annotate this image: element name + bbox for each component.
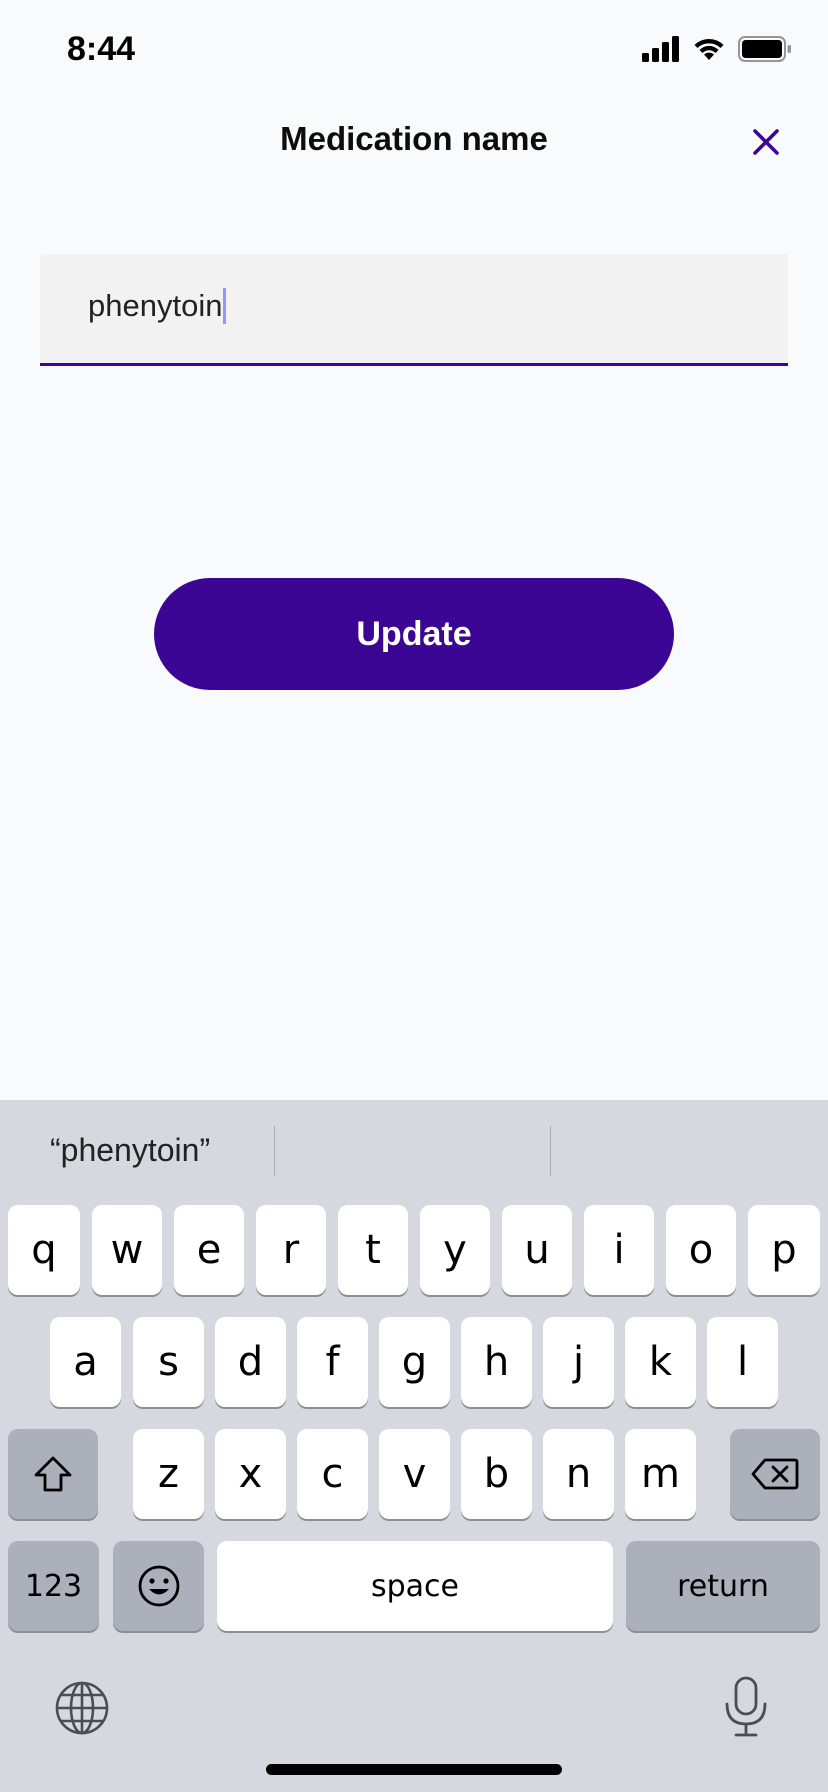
microphone-icon[interactable]: [722, 1676, 770, 1738]
suggestion-divider: [550, 1126, 551, 1176]
medication-name-value: phenytoin: [88, 288, 227, 324]
key-f[interactable]: f: [297, 1317, 368, 1407]
home-indicator: [266, 1764, 562, 1775]
wifi-icon: [694, 38, 724, 60]
emoji-key[interactable]: [113, 1541, 204, 1631]
key-v[interactable]: v: [379, 1429, 450, 1519]
status-icons: [642, 36, 792, 62]
key-k[interactable]: k: [625, 1317, 696, 1407]
signal-icon: [642, 36, 679, 62]
key-j[interactable]: j: [543, 1317, 614, 1407]
globe-icon[interactable]: [54, 1680, 110, 1736]
space-key[interactable]: space: [217, 1541, 613, 1631]
status-time: 8:44: [67, 30, 136, 68]
key-m[interactable]: m: [625, 1429, 696, 1519]
key-r[interactable]: r: [256, 1205, 326, 1295]
key-p[interactable]: p: [748, 1205, 820, 1295]
key-d[interactable]: d: [215, 1317, 286, 1407]
key-c[interactable]: c: [297, 1429, 368, 1519]
key-z[interactable]: z: [133, 1429, 204, 1519]
key-y[interactable]: y: [420, 1205, 490, 1295]
emoji-icon: [138, 1565, 179, 1607]
backspace-key[interactable]: [730, 1429, 820, 1519]
update-button[interactable]: Update: [154, 578, 674, 690]
battery-icon: [738, 36, 791, 62]
backspace-icon: [751, 1458, 799, 1490]
key-n[interactable]: n: [543, 1429, 614, 1519]
numbers-key[interactable]: 123: [8, 1541, 99, 1631]
key-u[interactable]: u: [502, 1205, 572, 1295]
return-key[interactable]: return: [626, 1541, 820, 1631]
status-bar: 8:44: [0, 0, 828, 100]
key-e[interactable]: e: [174, 1205, 244, 1295]
suggestion-divider: [274, 1126, 275, 1176]
key-a[interactable]: a: [50, 1317, 121, 1407]
shift-icon: [34, 1456, 72, 1492]
close-button[interactable]: [742, 118, 790, 166]
key-i[interactable]: i: [584, 1205, 654, 1295]
text-caret: [223, 288, 227, 324]
key-x[interactable]: x: [215, 1429, 286, 1519]
keyboard: “phenytoin” q w e r t y u i o p a s d f …: [0, 1100, 828, 1792]
header: Medication name: [0, 100, 828, 180]
key-t[interactable]: t: [338, 1205, 408, 1295]
suggestion-1[interactable]: “phenytoin”: [50, 1128, 210, 1172]
key-q[interactable]: q: [8, 1205, 80, 1295]
suggestion-bar: “phenytoin”: [0, 1100, 828, 1200]
key-g[interactable]: g: [379, 1317, 450, 1407]
close-icon: [753, 129, 779, 155]
key-w[interactable]: w: [92, 1205, 162, 1295]
key-o[interactable]: o: [666, 1205, 736, 1295]
key-l[interactable]: l: [707, 1317, 778, 1407]
shift-key[interactable]: [8, 1429, 98, 1519]
key-s[interactable]: s: [133, 1317, 204, 1407]
page-title: Medication name: [280, 120, 548, 157]
key-b[interactable]: b: [461, 1429, 532, 1519]
medication-name-input[interactable]: phenytoin: [40, 254, 788, 366]
key-h[interactable]: h: [461, 1317, 532, 1407]
input-text: phenytoin: [88, 288, 223, 323]
